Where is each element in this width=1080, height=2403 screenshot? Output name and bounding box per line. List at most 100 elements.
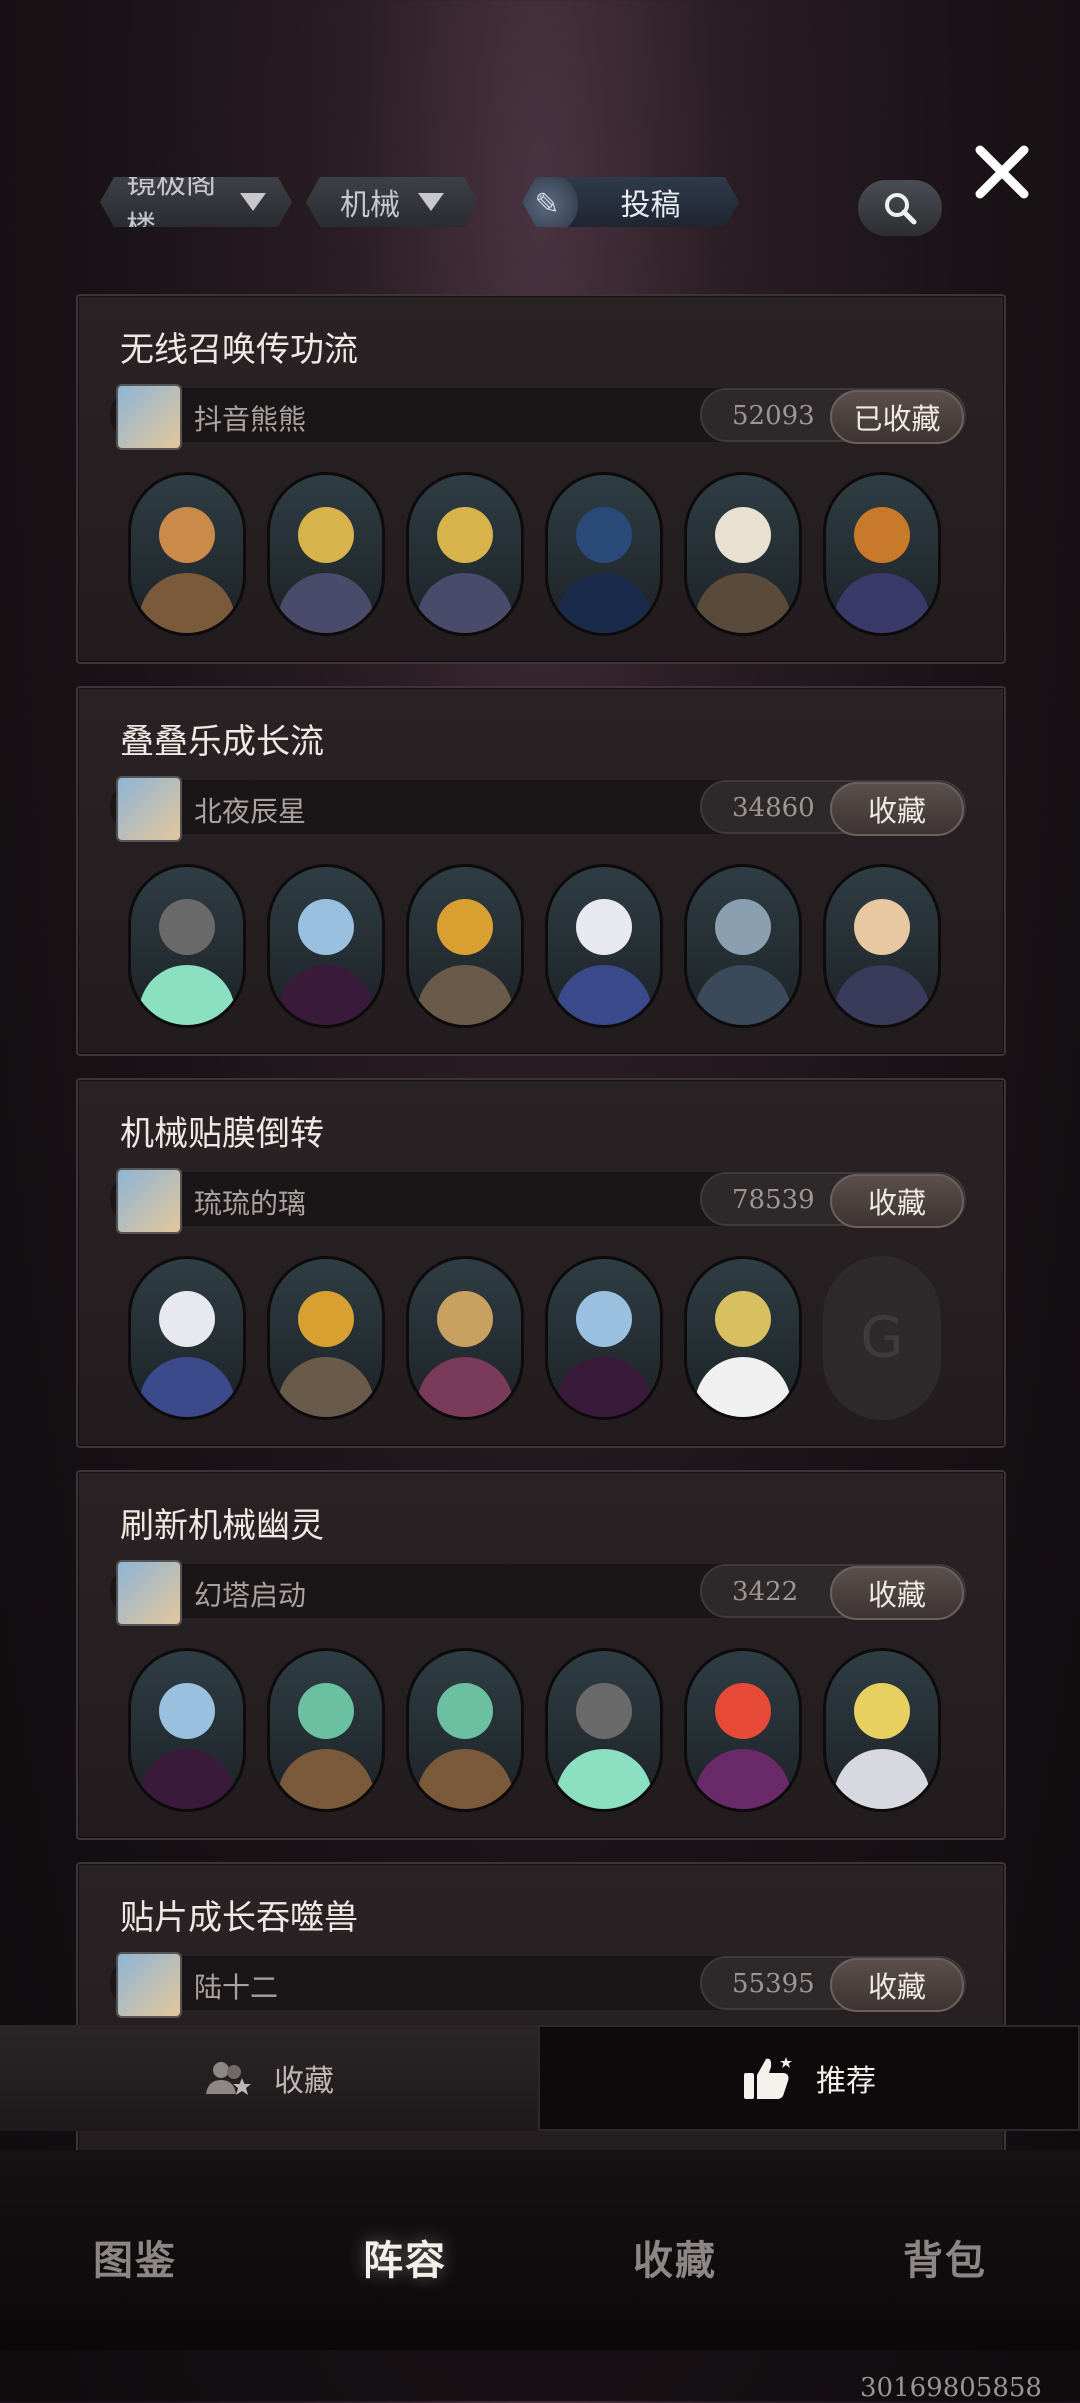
tab-favorites-label: 收藏 bbox=[274, 2064, 334, 2099]
favorite-count: 55395 bbox=[732, 1969, 815, 1999]
nav-catalog[interactable]: 图鉴 bbox=[0, 2228, 270, 2286]
author-bar: 幻塔启动 3422 收藏 bbox=[110, 1560, 966, 1626]
favorite-count-pill: 34860 收藏 bbox=[700, 780, 966, 836]
unit-portrait[interactable] bbox=[267, 864, 385, 1028]
lineup-card[interactable]: 刷新机械幽灵幻塔启动 3422 收藏 bbox=[76, 1470, 1006, 1840]
unit-portrait-head bbox=[437, 1291, 493, 1348]
dropdown-arrow-icon bbox=[240, 193, 266, 211]
type-filter-dropdown[interactable]: 机械 bbox=[306, 177, 478, 227]
favorite-count: 78539 bbox=[732, 1185, 815, 1215]
unit-portrait[interactable] bbox=[545, 1648, 663, 1812]
tower-filter-label: 镜极阁楼 bbox=[126, 166, 216, 245]
favorite-button[interactable]: 已收藏 bbox=[830, 390, 964, 444]
search-button[interactable] bbox=[858, 180, 942, 236]
favorite-count-pill: 3422 收藏 bbox=[700, 1564, 966, 1620]
author-name: 抖音熊熊 bbox=[194, 403, 307, 436]
unit-portrait[interactable] bbox=[406, 1256, 524, 1420]
lineup-title: 刷新机械幽灵 bbox=[120, 1506, 324, 1546]
close-button[interactable] bbox=[970, 140, 1034, 204]
type-filter-label: 机械 bbox=[340, 188, 400, 223]
unit-portrait-body bbox=[417, 965, 513, 1025]
avatar bbox=[116, 1168, 182, 1234]
filter-bar: 镜极阁楼 机械 ✎ 投稿 bbox=[100, 174, 753, 230]
unit-portrait[interactable] bbox=[267, 472, 385, 636]
unit-portrait-head bbox=[298, 1291, 354, 1348]
unit-portrait[interactable] bbox=[545, 472, 663, 636]
favorite-count-pill: 78539 收藏 bbox=[700, 1172, 966, 1228]
unit-portrait[interactable] bbox=[545, 1256, 663, 1420]
favorite-button[interactable]: 收藏 bbox=[830, 1958, 964, 2012]
unit-portrait-head bbox=[854, 899, 910, 956]
list-mode-tabs: 收藏 推荐 bbox=[0, 2025, 1080, 2131]
author-name: 陆十二 bbox=[194, 1971, 279, 2004]
unit-portrait-head bbox=[159, 899, 215, 956]
unit-portrait-body bbox=[417, 1749, 513, 1809]
unit-portrait-body bbox=[278, 1749, 374, 1809]
unit-portrait[interactable] bbox=[684, 864, 802, 1028]
unit-portrait-body bbox=[139, 573, 235, 633]
unit-portrait-head bbox=[576, 1291, 632, 1348]
unit-portrait[interactable] bbox=[406, 864, 524, 1028]
submit-button[interactable]: ✎ 投稿 bbox=[522, 177, 739, 227]
tab-recommend[interactable]: 推荐 bbox=[538, 2025, 1080, 2131]
avatar bbox=[116, 1560, 182, 1626]
unit-portrait-head bbox=[576, 507, 632, 564]
author-name: 幻塔启动 bbox=[194, 1579, 307, 1612]
unit-portrait[interactable] bbox=[823, 1648, 941, 1812]
unit-row bbox=[128, 1648, 962, 1812]
unit-portrait[interactable] bbox=[128, 864, 246, 1028]
unit-portrait[interactable] bbox=[406, 1648, 524, 1812]
favorite-button[interactable]: 收藏 bbox=[830, 782, 964, 836]
author-bar: 琉琉的璃 78539 收藏 bbox=[110, 1168, 966, 1234]
unit-portrait[interactable] bbox=[684, 1256, 802, 1420]
avatar bbox=[116, 384, 182, 450]
unit-portrait[interactable] bbox=[128, 1648, 246, 1812]
unit-portrait[interactable] bbox=[684, 472, 802, 636]
unit-portrait-head bbox=[715, 1683, 771, 1740]
unit-row bbox=[128, 472, 962, 636]
empty-unit-slot[interactable]: G bbox=[823, 1256, 941, 1420]
favorite-count-pill: 52093 已收藏 bbox=[700, 388, 966, 444]
favorite-button[interactable]: 收藏 bbox=[830, 1174, 964, 1228]
lineup-title: 机械贴膜倒转 bbox=[120, 1114, 324, 1154]
unit-portrait[interactable] bbox=[267, 1256, 385, 1420]
unit-portrait[interactable] bbox=[823, 472, 941, 636]
favorite-count: 3422 bbox=[732, 1577, 799, 1607]
unit-portrait[interactable] bbox=[545, 864, 663, 1028]
nav-lineup[interactable]: 阵容 bbox=[270, 2228, 540, 2286]
unit-portrait-body bbox=[278, 965, 374, 1025]
nav-collection[interactable]: 收藏 bbox=[540, 2228, 810, 2286]
unit-portrait-head bbox=[159, 507, 215, 564]
unit-portrait-body bbox=[834, 573, 930, 633]
unit-portrait-body bbox=[556, 1357, 652, 1417]
close-icon bbox=[975, 145, 1029, 199]
tab-recommend-label: 推荐 bbox=[816, 2064, 876, 2099]
unit-portrait[interactable] bbox=[823, 864, 941, 1028]
unit-portrait-head bbox=[298, 507, 354, 564]
lineup-title: 叠叠乐成长流 bbox=[120, 722, 324, 762]
unit-portrait-body bbox=[139, 1749, 235, 1809]
lineup-card[interactable]: 无线召唤传功流 抖音熊熊 52093 已收藏 bbox=[76, 294, 1006, 664]
tab-favorites[interactable]: 收藏 bbox=[0, 2025, 538, 2131]
unit-portrait-head bbox=[715, 899, 771, 956]
unit-portrait-head bbox=[159, 1683, 215, 1740]
unit-portrait[interactable] bbox=[267, 1648, 385, 1812]
unit-portrait-head bbox=[159, 1291, 215, 1348]
lineup-card[interactable]: 叠叠乐成长流 北夜辰星 34860 收藏 bbox=[76, 686, 1006, 1056]
unit-portrait-body bbox=[695, 1357, 791, 1417]
lineup-title: 贴片成长吞噬兽 bbox=[120, 1898, 358, 1938]
unit-row bbox=[128, 864, 962, 1028]
author-bar: 抖音熊熊 52093 已收藏 bbox=[110, 384, 966, 450]
favorite-button[interactable]: 收藏 bbox=[830, 1566, 964, 1620]
lineup-card[interactable]: 机械贴膜倒转 琉琉的璃 78539 收藏 G bbox=[76, 1078, 1006, 1448]
unit-portrait[interactable] bbox=[406, 472, 524, 636]
unit-portrait[interactable] bbox=[684, 1648, 802, 1812]
unit-portrait-body bbox=[556, 573, 652, 633]
nav-backpack[interactable]: 背包 bbox=[810, 2228, 1080, 2286]
unit-portrait[interactable] bbox=[128, 472, 246, 636]
favorite-count: 52093 bbox=[732, 401, 815, 431]
unit-portrait[interactable] bbox=[128, 1256, 246, 1420]
unit-portrait-body bbox=[834, 965, 930, 1025]
unit-portrait-head bbox=[298, 899, 354, 956]
tower-filter-dropdown[interactable]: 镜极阁楼 bbox=[100, 177, 292, 227]
